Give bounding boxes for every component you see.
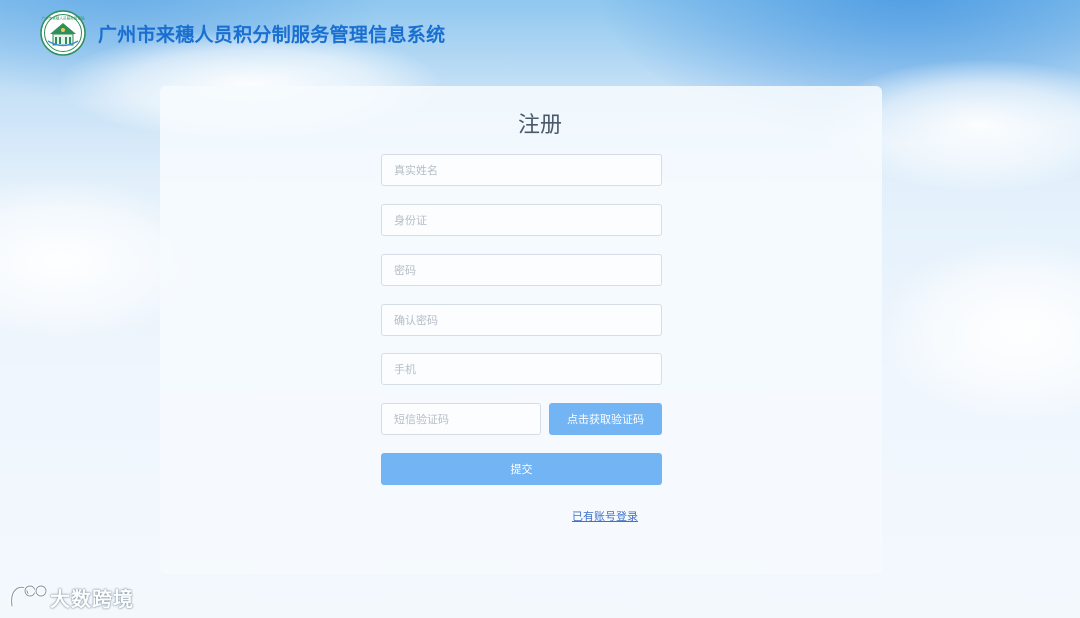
id-card-input[interactable] bbox=[381, 204, 662, 236]
form-title: 注册 bbox=[517, 113, 562, 138]
site-title: 广州市来穗人员积分制服务管理信息系统 bbox=[98, 23, 446, 46]
watermark-text: 大数跨境 bbox=[50, 586, 134, 611]
existing-account-login-link[interactable]: 已有账号登录 bbox=[572, 510, 638, 524]
registration-page: 广州市来穗人员服务管理局 广州市来穗人员积分制服务管理信息系统 注册 点击获取验… bbox=[0, 0, 1080, 618]
confirm-password-input[interactable] bbox=[381, 304, 662, 336]
phone-input[interactable] bbox=[381, 353, 662, 385]
watermark: 大数跨境 bbox=[8, 582, 134, 612]
cloud-decoration bbox=[880, 240, 1080, 420]
site-header: 广州市来穗人员服务管理局 广州市来穗人员积分制服务管理信息系统 bbox=[40, 10, 445, 56]
get-sms-code-button[interactable]: 点击获取验证码 bbox=[549, 403, 662, 435]
logo-ring-text: 广州市来穗人员服务管理局 bbox=[41, 16, 85, 21]
sms-code-input[interactable] bbox=[381, 403, 541, 435]
submit-button[interactable]: 提交 bbox=[381, 453, 662, 485]
government-emblem-logo: 广州市来穗人员服务管理局 bbox=[40, 10, 86, 56]
real-name-input[interactable] bbox=[381, 154, 662, 186]
brand-logo-icon bbox=[10, 584, 48, 608]
password-input[interactable] bbox=[381, 254, 662, 286]
